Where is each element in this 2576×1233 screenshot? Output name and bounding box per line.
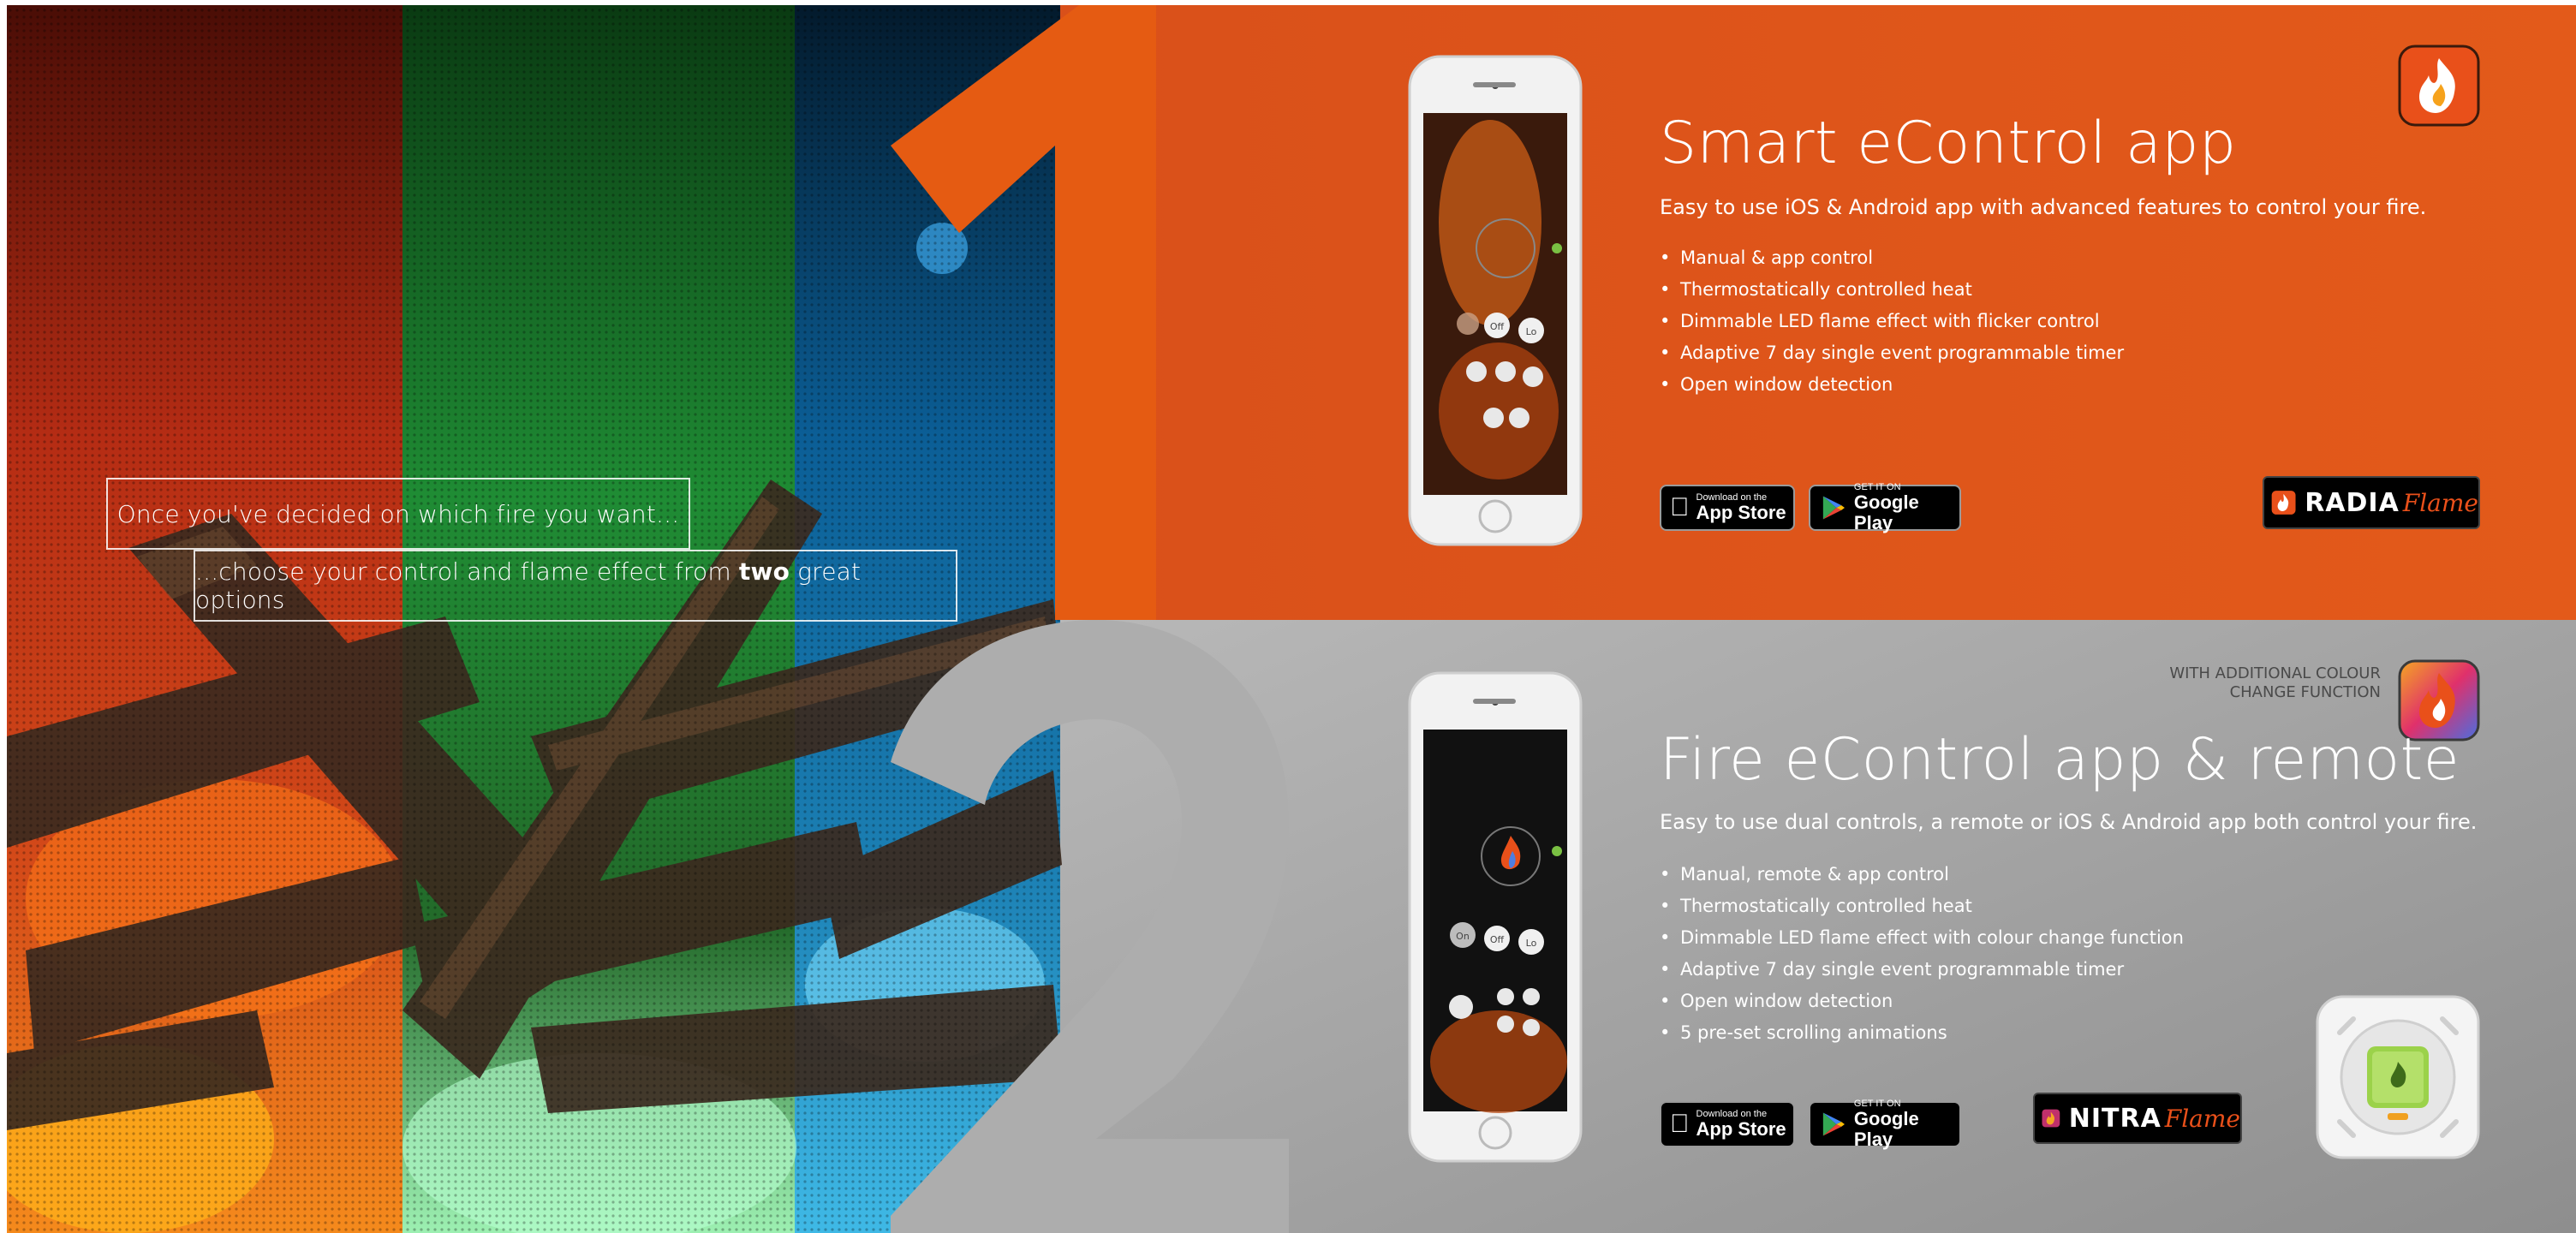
option-2-subtitle: Easy to use dual controls, a remote or i…: [1660, 810, 2478, 834]
option-1-feature-list: Manual & app control Thermostatically co…: [1660, 242, 2124, 401]
list-item: Dimmable LED flame effect with colour ch…: [1660, 922, 2184, 954]
list-item: Manual & app control: [1660, 242, 2124, 274]
option-1-phone-image: Off Lo: [1408, 55, 1583, 546]
option-1-app-store-button[interactable]:  Download on the App Store: [1660, 485, 1795, 531]
flame-logo-icon: [2271, 491, 2296, 515]
tagline-line-1: Once you've decided on which fire you wa…: [106, 478, 690, 550]
list-item: Open window detection: [1660, 986, 2184, 1017]
list-item: 5 pre-set scrolling animations: [1660, 1017, 2184, 1049]
list-item: Dimmable LED flame effect with flicker c…: [1660, 306, 2124, 337]
nitra-brand-script: Flame: [2164, 1104, 2240, 1133]
option-2-google-play-button[interactable]: GET IT ON Google Play: [1809, 1099, 1961, 1150]
app-store-big-label: App Store: [1677, 502, 1786, 523]
option-2-note: WITH ADDITIONAL COLOUR CHANGE FUNCTION: [2169, 664, 2381, 701]
option-2-app-store-button[interactable]:  Download on the App Store: [1660, 1101, 1795, 1147]
option-1-google-play-button[interactable]: GET IT ON Google Play: [1809, 482, 1961, 533]
list-item: Adaptive 7 day single event programmable…: [1660, 954, 2184, 986]
phone2-button-lo: Lo: [1526, 938, 1537, 949]
list-item: Adaptive 7 day single event programmable…: [1660, 337, 2124, 369]
phone1-button-off: Off: [1490, 321, 1505, 332]
phone2-button-on: On: [1456, 931, 1470, 942]
google-play-icon: [1822, 1112, 1846, 1136]
page: Once you've decided on which fire you wa…: [0, 0, 2576, 1233]
option-2-brand-badge: NITRA Flame: [2033, 1093, 2242, 1144]
app-store-big-label: App Store: [1677, 1118, 1786, 1140]
list-item: Thermostatically controlled heat: [1660, 274, 2124, 306]
tagline-line-1-text: Once you've decided on which fire you wa…: [116, 499, 680, 528]
tagline-line-2-text: ...choose your control and flame effect …: [195, 557, 956, 614]
option-1-title: Smart eControl app: [1660, 110, 2237, 177]
remote-control-image: [2316, 995, 2480, 1159]
radia-brand-name: RADIA: [2305, 487, 2400, 518]
option-2-title: Fire eControl app & remote: [1660, 726, 2460, 794]
option-1-subtitle: Easy to use iOS & Android app with advan…: [1660, 195, 2427, 219]
list-item: Thermostatically controlled heat: [1660, 890, 2184, 922]
flame-logo-icon: [2042, 1109, 2060, 1128]
tagline-line-2-bold: two: [738, 557, 790, 586]
tagline-line-2: ...choose your control and flame effect …: [194, 550, 957, 622]
tagline-line-2-prefix: ...choose your control and flame effect …: [195, 557, 739, 586]
google-play-big-label: Google Play: [1853, 1108, 1919, 1150]
apple-icon: : [1670, 1110, 1690, 1139]
google-play-icon: [1822, 496, 1846, 520]
option-2-feature-list: Manual, remote & app control Thermostati…: [1660, 859, 2184, 1049]
google-play-big-label: Google Play: [1853, 491, 1919, 533]
nitra-brand-name: NITRA: [2068, 1103, 2162, 1134]
radia-flame-app-icon: [2398, 45, 2480, 127]
list-item: Manual, remote & app control: [1660, 859, 2184, 890]
radia-brand-script: Flame: [2402, 488, 2478, 517]
apple-icon: : [1670, 493, 1690, 522]
phone2-button-off: Off: [1490, 934, 1505, 945]
list-item: Open window detection: [1660, 369, 2124, 401]
phone1-button-lo: Lo: [1526, 326, 1537, 337]
option-2-phone-image: On Off Lo: [1408, 671, 1583, 1163]
option-1-brand-badge: RADIA Flame: [2263, 476, 2480, 529]
